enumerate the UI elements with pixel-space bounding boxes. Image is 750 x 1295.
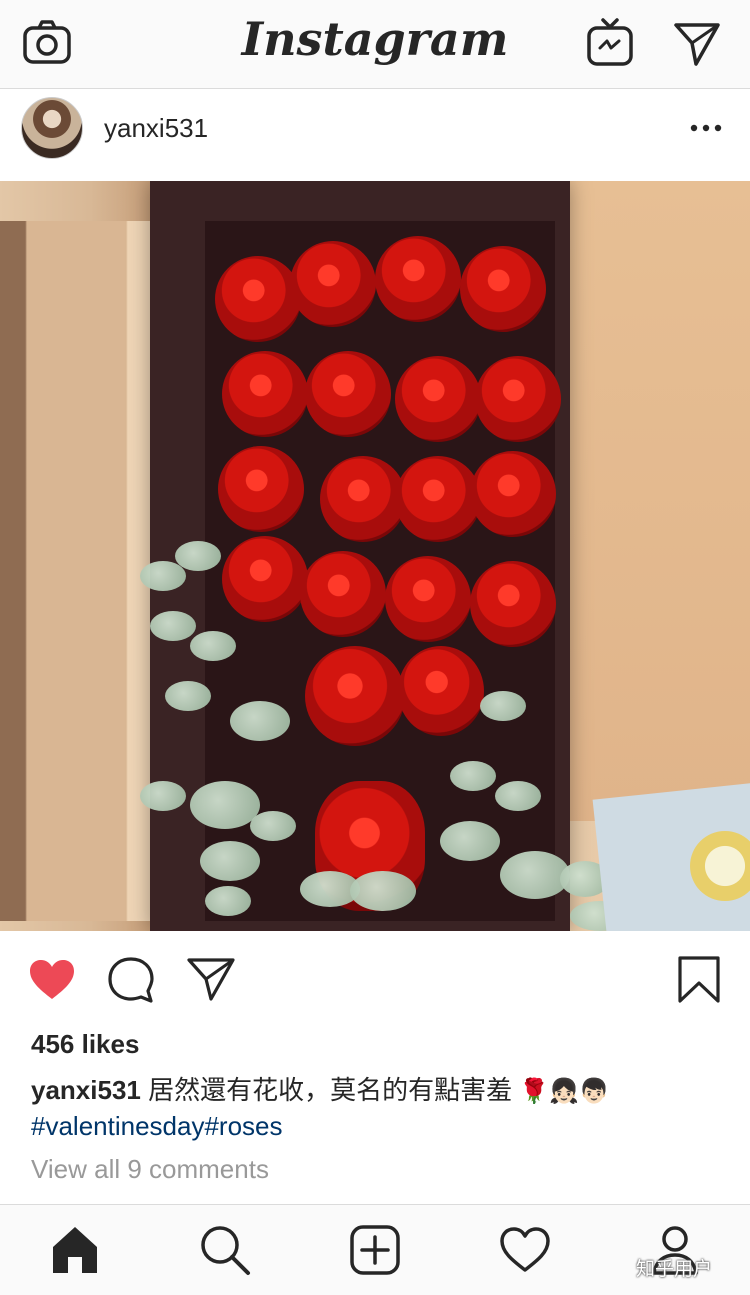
photo-wall bbox=[560, 181, 750, 821]
comment-icon[interactable] bbox=[106, 955, 156, 1005]
photo-eucalyptus-leaf bbox=[250, 811, 296, 841]
direct-send-icon[interactable] bbox=[672, 18, 722, 68]
photo-rose bbox=[218, 446, 304, 532]
post-actions bbox=[0, 931, 750, 1021]
photo-rose bbox=[395, 456, 481, 542]
photo-eucalyptus-leaf bbox=[350, 871, 416, 911]
post-username[interactable]: yanxi531 bbox=[104, 113, 208, 144]
photo-eucalyptus-leaf bbox=[165, 681, 211, 711]
search-icon[interactable] bbox=[198, 1223, 252, 1277]
photo-rose bbox=[460, 246, 546, 332]
caption-username[interactable]: yanxi531 bbox=[31, 1075, 141, 1105]
likes-count[interactable]: 456 likes bbox=[31, 1029, 139, 1060]
photo-eucalyptus-leaf bbox=[190, 631, 236, 661]
photo-rose bbox=[215, 256, 301, 342]
post-header: yanxi531 bbox=[0, 89, 750, 181]
top-bar: Instagram bbox=[0, 0, 750, 89]
photo-rose bbox=[395, 356, 481, 442]
instagram-logo[interactable]: Instagram bbox=[0, 12, 750, 66]
photo-rose bbox=[300, 551, 386, 637]
share-icon[interactable] bbox=[186, 955, 236, 1005]
photo-eucalyptus-leaf bbox=[175, 541, 221, 571]
caption-emojis: 🌹👧🏻👦🏻 bbox=[519, 1077, 609, 1105]
photo-rose bbox=[290, 241, 376, 327]
avatar[interactable] bbox=[21, 97, 83, 159]
photo-eucalyptus-leaf bbox=[230, 701, 290, 741]
like-heart-icon[interactable] bbox=[27, 955, 77, 1005]
add-post-icon[interactable] bbox=[348, 1223, 402, 1277]
photo-rose bbox=[385, 556, 471, 642]
photo-rose bbox=[398, 646, 484, 736]
caption-text: 居然還有花收，莫名的有點害羞 bbox=[140, 1075, 513, 1105]
more-options-icon[interactable] bbox=[688, 113, 724, 143]
photo-rose bbox=[475, 356, 561, 442]
photo-eucalyptus-leaf bbox=[450, 761, 496, 791]
photo-eucalyptus-leaf bbox=[495, 781, 541, 811]
photo-eucalyptus-leaf bbox=[440, 821, 500, 861]
photo-rose bbox=[222, 351, 308, 437]
zhihu-watermark: 知乎用户 bbox=[636, 1259, 713, 1280]
photo-eucalyptus-leaf bbox=[190, 781, 260, 829]
save-bookmark-icon[interactable] bbox=[674, 955, 724, 1005]
photo-rose bbox=[375, 236, 461, 322]
view-all-comments-link[interactable]: View all 9 comments bbox=[31, 1154, 269, 1185]
photo-rose bbox=[305, 351, 391, 437]
activity-heart-icon[interactable] bbox=[498, 1223, 552, 1277]
caption-hashtags[interactable]: #valentinesday#roses bbox=[31, 1109, 721, 1144]
photo-eucalyptus-leaf bbox=[140, 561, 186, 591]
post-caption: yanxi531 居然還有花收，莫名的有點害羞 🌹👧🏻👦🏻 #valentine… bbox=[31, 1073, 721, 1144]
photo-rose bbox=[222, 536, 308, 622]
bottom-nav bbox=[0, 1204, 750, 1295]
photo-rose bbox=[470, 451, 556, 537]
photo-rose bbox=[305, 646, 405, 746]
igtv-icon[interactable] bbox=[585, 18, 635, 68]
photo-rose bbox=[320, 456, 406, 542]
home-icon[interactable] bbox=[48, 1223, 102, 1277]
post-photo[interactable] bbox=[0, 181, 750, 931]
photo-eucalyptus-leaf bbox=[150, 611, 196, 641]
photo-eucalyptus-leaf bbox=[205, 886, 251, 916]
photo-rose bbox=[470, 561, 556, 647]
photo-eucalyptus-leaf bbox=[140, 781, 186, 811]
photo-eucalyptus-leaf bbox=[480, 691, 526, 721]
photo-eucalyptus-leaf bbox=[200, 841, 260, 881]
